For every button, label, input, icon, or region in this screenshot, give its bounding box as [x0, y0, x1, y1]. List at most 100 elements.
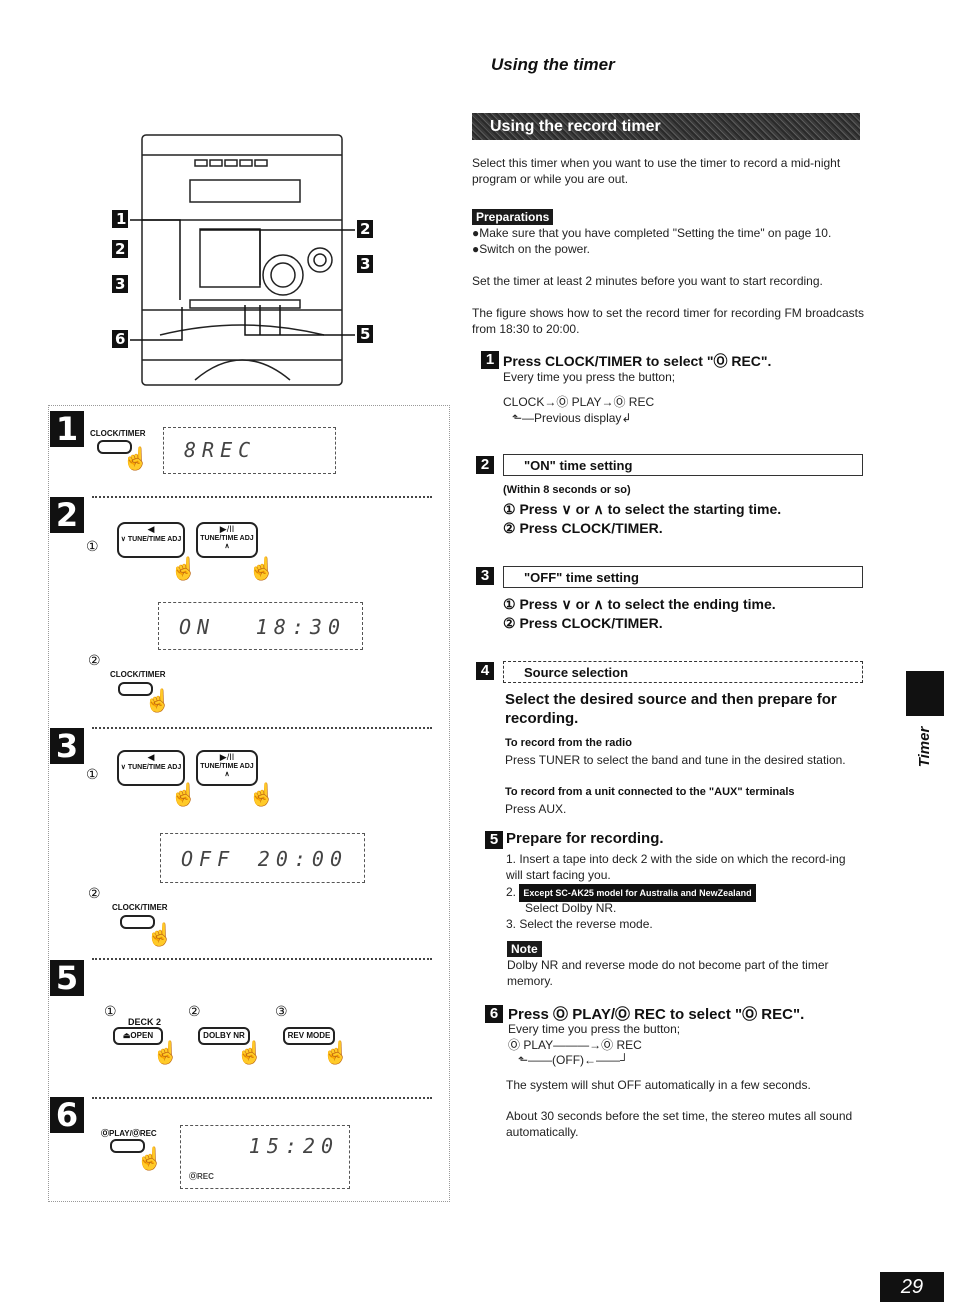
pointing-hand-icon: ☝ [136, 1146, 164, 1171]
tune-down-button[interactable]: ◀ ∨ TUNE/TIME ADJ [117, 750, 185, 786]
step-6-badge: 6 [485, 1005, 503, 1023]
step-6-sequence: Ⓞ PLAY———→Ⓞ REC [508, 1038, 642, 1052]
timing-note: Set the timer at least 2 minutes before … [472, 274, 823, 288]
tune-up-button[interactable]: ▶/II TUNE/TIME ADJ ∧ [196, 522, 258, 558]
clock-timer-label: CLOCK/TIMER [112, 903, 168, 912]
step-1-heading: Press CLOCK/TIMER to select "Ⓞ REC". [503, 353, 772, 369]
section-tab-label: Timer [916, 726, 933, 768]
circle-number: ② [188, 1003, 201, 1019]
step-4-badge: 4 [476, 662, 494, 680]
svg-text:3: 3 [115, 275, 125, 293]
preparations-label: Preparations [472, 208, 554, 226]
rec-indicator: ⓄREC [189, 1172, 214, 1181]
panel-step-1: 1 [50, 411, 84, 447]
step-1-body: Every time you press the button; [503, 370, 676, 384]
step-5-item-1: 1. Insert a tape into deck 2 with the si… [506, 852, 846, 882]
step-2-box-title: "ON" time setting [503, 454, 863, 476]
step-5-heading: Prepare for recording. [506, 830, 664, 847]
display-time: 15:20 [248, 1134, 339, 1158]
svg-text:3: 3 [360, 255, 370, 273]
preparations-tag: Preparations [472, 209, 554, 225]
step-4-aux-title: To record from a unit connected to the "… [505, 786, 795, 798]
divider [92, 496, 432, 498]
step-5-badge: 5 [485, 831, 503, 849]
stereo-system-illustration: 1 2 3 2 3 5 6 [112, 134, 373, 386]
play-rec-label: ⓄPLAY/ⓄREC [101, 1129, 157, 1138]
svg-text:2: 2 [360, 220, 370, 238]
step-6-after-1: The system will shut OFF automatically i… [506, 1078, 811, 1092]
circle-number: ② [88, 652, 101, 668]
step-6-sequence-return: ⬑——(OFF)←——┘ [518, 1053, 629, 1067]
step-1-badge: 1 [481, 351, 499, 369]
intro-text: Select this timer when you want to use t… [472, 156, 841, 186]
step-5-item-3: 3. Select the reverse mode. [506, 917, 653, 931]
step-4-aux-body: Press AUX. [505, 802, 567, 816]
panel-step-3: 3 [50, 728, 84, 764]
step-3-box-title: "OFF" time setting [503, 566, 863, 588]
section-tab-marker [906, 671, 944, 716]
volume-knob [262, 254, 304, 296]
step-4-heading: Select the desired source and then prepa… [505, 691, 837, 727]
page-title: Using the timer [491, 55, 615, 74]
pointing-hand-icon: ☝ [146, 922, 174, 947]
blinking-time: 20:00 [257, 847, 348, 871]
step-4-radio-body: Press TUNER to select the band and tune … [505, 753, 846, 767]
pointing-hand-icon: ☝ [170, 556, 198, 581]
circle-number: ① [104, 1003, 117, 1019]
svg-text:1: 1 [116, 210, 126, 228]
preparation-item: ●Make sure that you have completed "Sett… [472, 226, 832, 240]
pointing-hand-icon: ☝ [248, 556, 276, 581]
step-2-line-1: ① Press ∨ or ∧ to select the starting ti… [503, 501, 782, 517]
panel-step-6: 6 [50, 1097, 84, 1133]
section-banner: Using the record timer [472, 113, 860, 140]
panel-step-2: 2 [50, 497, 84, 533]
step-3-badge: 3 [476, 567, 494, 585]
clock-timer-label: CLOCK/TIMER [90, 429, 146, 438]
clock-timer-label: CLOCK/TIMER [110, 670, 166, 679]
step-6-body: Every time you press the button; [508, 1022, 681, 1036]
pointing-hand-icon: ☝ [152, 1040, 180, 1065]
divider [92, 958, 432, 960]
display-window [199, 228, 261, 288]
step-5-item-2-body: Select Dolby NR. [525, 901, 617, 915]
pointing-hand-icon: ☝ [144, 688, 172, 713]
display-on-time: ON 18:30 [158, 602, 363, 650]
display-rec: 8REC [163, 427, 336, 474]
panel-step-5: 5 [50, 960, 84, 996]
step-5-note-body: Dolby NR and reverse mode do not become … [507, 958, 829, 988]
pointing-hand-icon: ☝ [236, 1040, 264, 1065]
stereo-body [141, 134, 343, 386]
cd-tray [189, 179, 301, 203]
blinking-time: 18:30 [255, 615, 346, 639]
tune-up-button[interactable]: ▶/II TUNE/TIME ADJ ∧ [196, 750, 258, 786]
svg-text:5: 5 [360, 325, 370, 343]
preparations-list: ●Make sure that you have completed "Sett… [472, 225, 867, 257]
step-2-badge: 2 [476, 456, 494, 474]
step-3-line-2: ② Press CLOCK/TIMER. [503, 615, 663, 631]
step-4-box-title: Source selection [503, 661, 863, 683]
step-2-note: (Within 8 seconds or so) [503, 484, 631, 496]
svg-text:2: 2 [115, 240, 125, 258]
note-label: Note [507, 940, 542, 958]
display-off-time: OFF 20:00 [160, 833, 365, 883]
pointing-hand-icon: ☝ [248, 782, 276, 807]
circle-number: ① [86, 766, 99, 782]
figure-note: The figure shows how to set the record t… [472, 306, 864, 336]
svg-text:6: 6 [115, 330, 125, 348]
page-number: 29 [880, 1272, 944, 1302]
step-1-sequence: CLOCK→Ⓞ PLAY→Ⓞ REC [503, 395, 655, 409]
circle-number: ① [86, 538, 99, 554]
step-3-line-1: ① Press ∨ or ∧ to select the ending time… [503, 596, 776, 612]
circle-number: ② [88, 885, 101, 901]
divider [92, 1097, 432, 1099]
step-4-radio-title: To record from the radio [505, 737, 632, 749]
step-6-after-2: About 30 seconds before the set time, th… [506, 1109, 853, 1139]
display-timer: 15:20 ⓄREC [180, 1125, 350, 1189]
step-2-line-2: ② Press CLOCK/TIMER. [503, 520, 663, 536]
tune-down-button[interactable]: ◀ ∨ TUNE/TIME ADJ [117, 522, 185, 558]
step-1-sequence-return: ⬑—Previous display↲ [512, 411, 632, 425]
pointing-hand-icon: ☝ [122, 446, 150, 471]
preparation-item: ●Switch on the power. [472, 242, 590, 256]
pointing-hand-icon: ☝ [322, 1040, 350, 1065]
circle-number: ③ [275, 1003, 288, 1019]
